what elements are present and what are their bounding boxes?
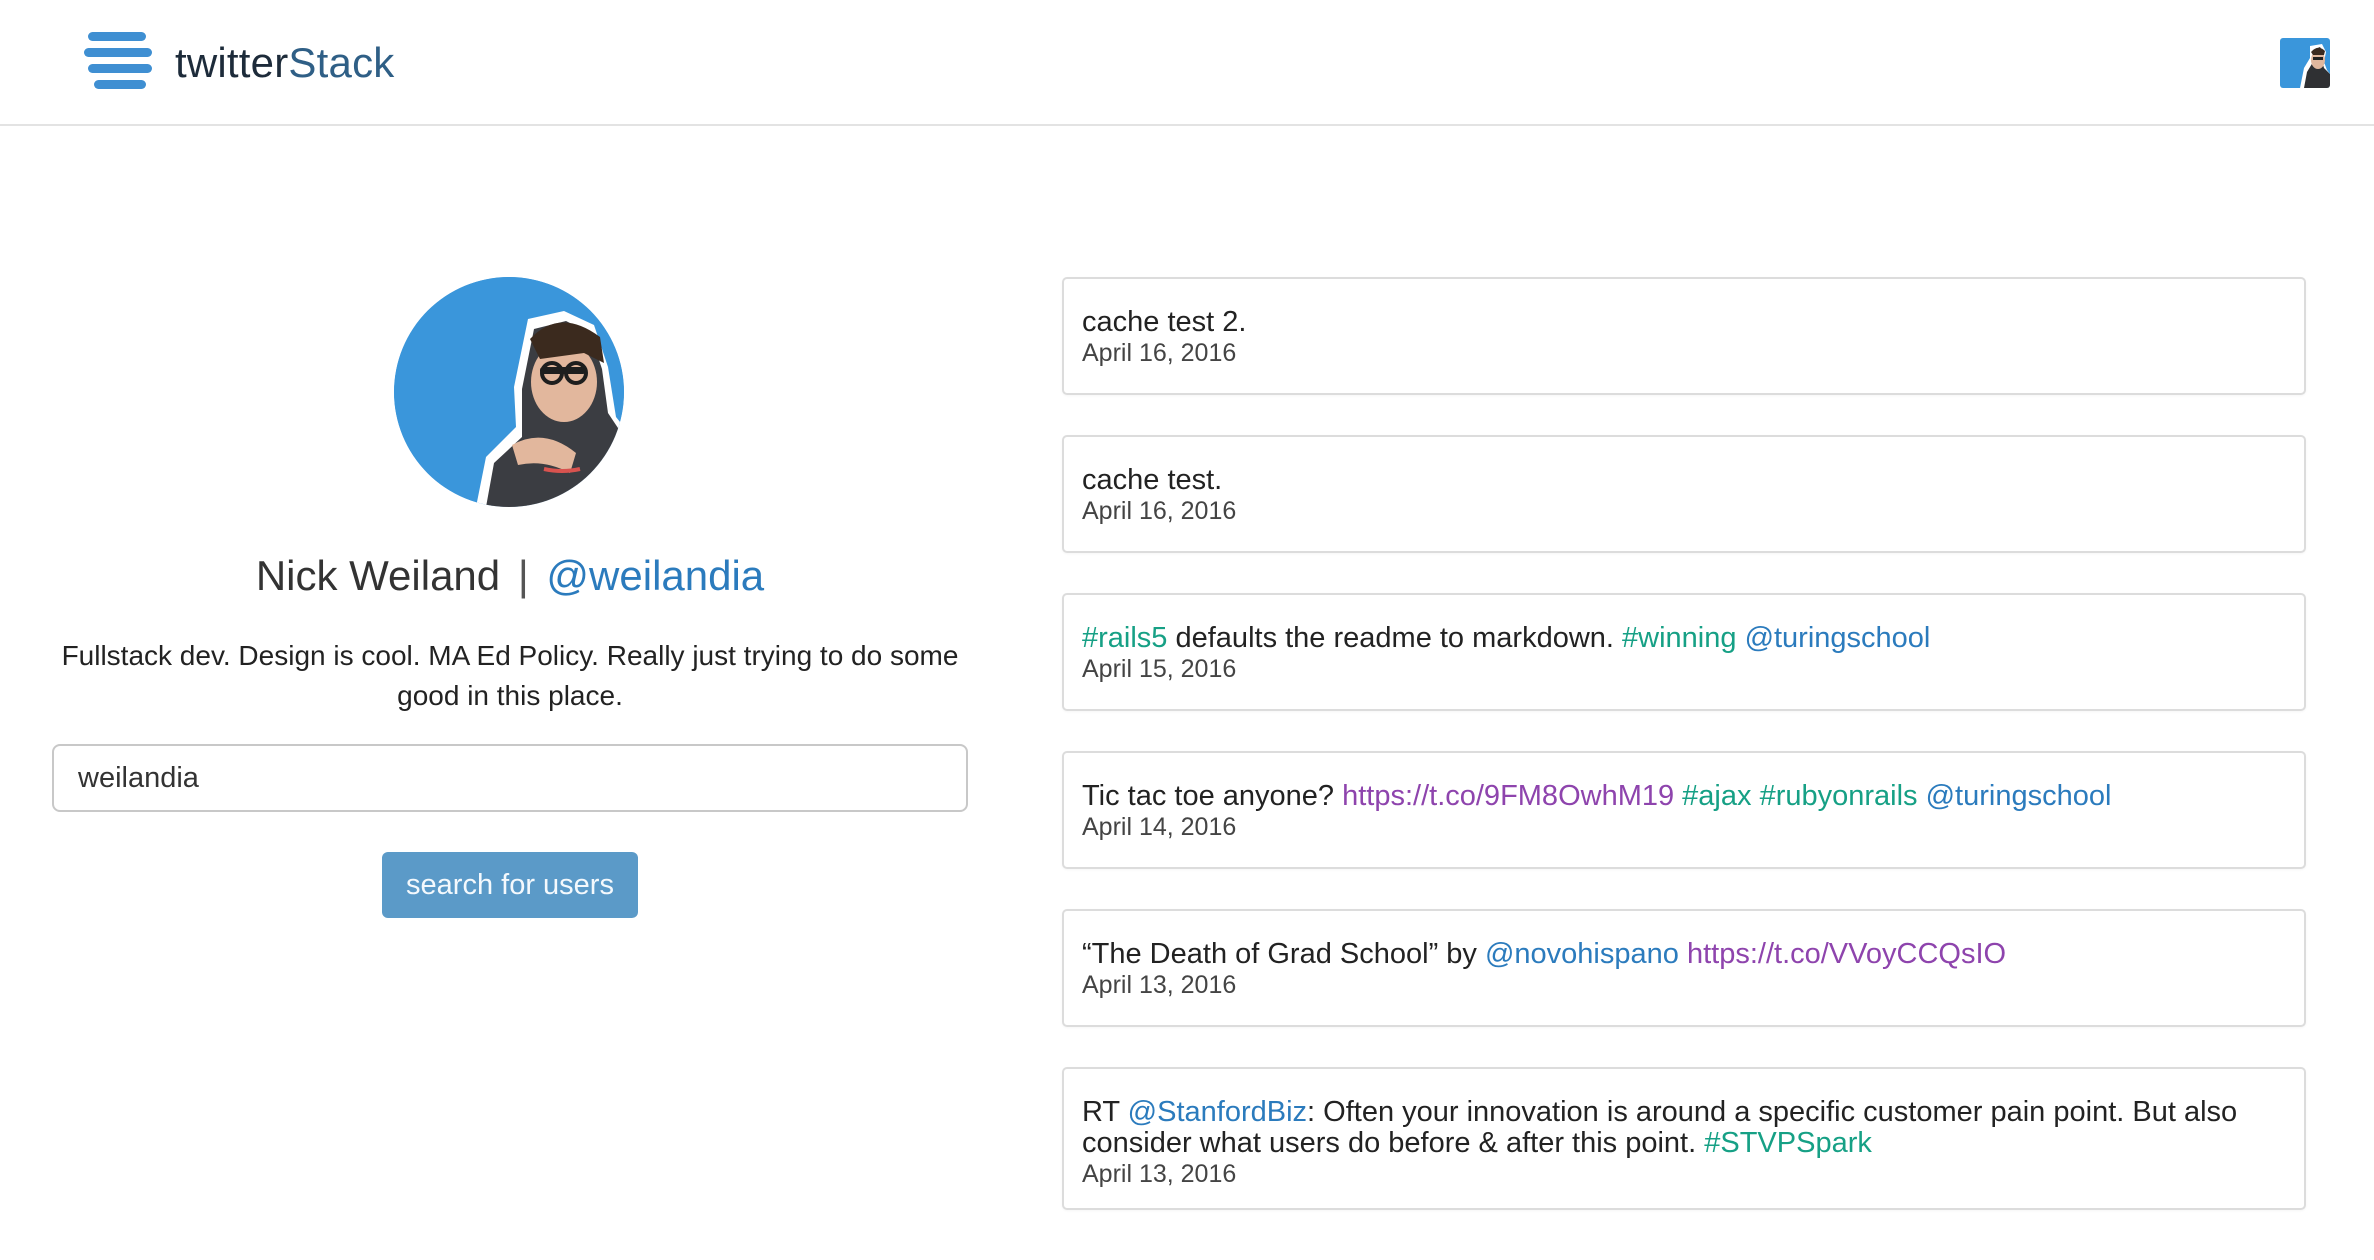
tweet-mention[interactable]: @StanfordBiz: [1128, 1096, 1307, 1128]
tweet-text-segment: [1918, 780, 1926, 812]
search-users-button[interactable]: search for users: [382, 852, 638, 918]
tweet-date: April 13, 2016: [1082, 971, 1237, 999]
profile-photo-icon: [394, 277, 624, 507]
tweet-date: April 16, 2016: [1082, 339, 1237, 367]
brand-primary: twitter: [175, 39, 289, 86]
tweet-card: cache test 2. April 16, 2016: [1062, 277, 2306, 395]
tweet-date: April 15, 2016: [1082, 655, 1237, 683]
tweet-text: #rails5 defaults the readme to markdown.…: [1082, 623, 2286, 654]
profile-handle[interactable]: @weilandia: [546, 552, 764, 599]
tweet-mention[interactable]: @turingschool: [1745, 622, 1931, 654]
tweet-card: #rails5 defaults the readme to markdown.…: [1062, 593, 2306, 711]
tweet-date: April 14, 2016: [1082, 813, 1237, 841]
tweet-hashtag[interactable]: #STVPSpark: [1704, 1127, 1872, 1159]
tweet-text: cache test.: [1082, 465, 2286, 496]
user-search-input[interactable]: [52, 744, 968, 812]
tweet-text: cache test 2.: [1082, 307, 2286, 338]
tweet-text: Tic tac toe anyone? https://t.co/9FM8Owh…: [1082, 781, 2286, 812]
name-separator: |: [517, 552, 529, 599]
tweet-text: “The Death of Grad School” by @novohispa…: [1082, 939, 2286, 970]
profile-name-line: Nick Weiland | @weilandia: [0, 552, 1020, 600]
tweet-date: April 16, 2016: [1082, 497, 1237, 525]
tweet-text-segment: defaults the readme to markdown.: [1167, 622, 1623, 654]
tweet-text-segment: [1737, 622, 1745, 654]
user-avatar-icon[interactable]: [2280, 38, 2330, 88]
tweet-text-segment: cache test.: [1082, 464, 1223, 496]
tweet-hashtag[interactable]: #rails5: [1082, 622, 1167, 654]
profile-bio: Fullstack dev. Design is cool. MA Ed Pol…: [61, 640, 959, 711]
tweet-link[interactable]: https://t.co/9FM8OwhM19: [1342, 780, 1674, 812]
hamburger-logo-icon[interactable]: [84, 32, 156, 90]
tweet-text-segment: RT: [1082, 1096, 1128, 1128]
brand-secondary: Stack: [288, 39, 395, 86]
tweet-link[interactable]: https://t.co/VVoyCCQsIO: [1687, 938, 2006, 970]
tweet-card: cache test. April 16, 2016: [1062, 435, 2306, 553]
user-photo-icon: [2300, 44, 2330, 88]
tweet-date: April 13, 2016: [1082, 1160, 1237, 1188]
profile-name: Nick Weiland: [255, 552, 501, 599]
top-navbar: twitterStack: [0, 0, 2374, 126]
app-brand[interactable]: twitterStack: [175, 42, 394, 84]
tweet-mention[interactable]: @turingschool: [1926, 780, 2112, 812]
tweet-hashtag[interactable]: #ajax: [1682, 780, 1751, 812]
tweet-mention[interactable]: @novohispano: [1485, 938, 1679, 970]
tweet-text: RT @StanfordBiz: Often your innovation i…: [1082, 1097, 2286, 1159]
tweet-card: “The Death of Grad School” by @novohispa…: [1062, 909, 2306, 1027]
tweet-text-segment: [1679, 938, 1687, 970]
tweet-hashtag[interactable]: #winning: [1622, 622, 1736, 654]
tweet-text-segment: [1752, 780, 1760, 812]
tweet-text-segment: “The Death of Grad School” by: [1082, 938, 1485, 970]
tweet-text-segment: cache test 2.: [1082, 306, 1247, 338]
tweet-list: cache test 2. April 16, 2016 cache test. Ap…: [1062, 277, 2306, 1250]
tweet-text-segment: [1674, 780, 1682, 812]
profile-avatar: [394, 277, 624, 507]
tweet-hashtag[interactable]: #rubyonrails: [1760, 780, 1918, 812]
tweet-text-segment: Tic tac toe anyone?: [1082, 780, 1343, 812]
tweet-card: RT @StanfordBiz: Often your innovation i…: [1062, 1067, 2306, 1210]
tweet-card: Tic tac toe anyone? https://t.co/9FM8Owh…: [1062, 751, 2306, 869]
